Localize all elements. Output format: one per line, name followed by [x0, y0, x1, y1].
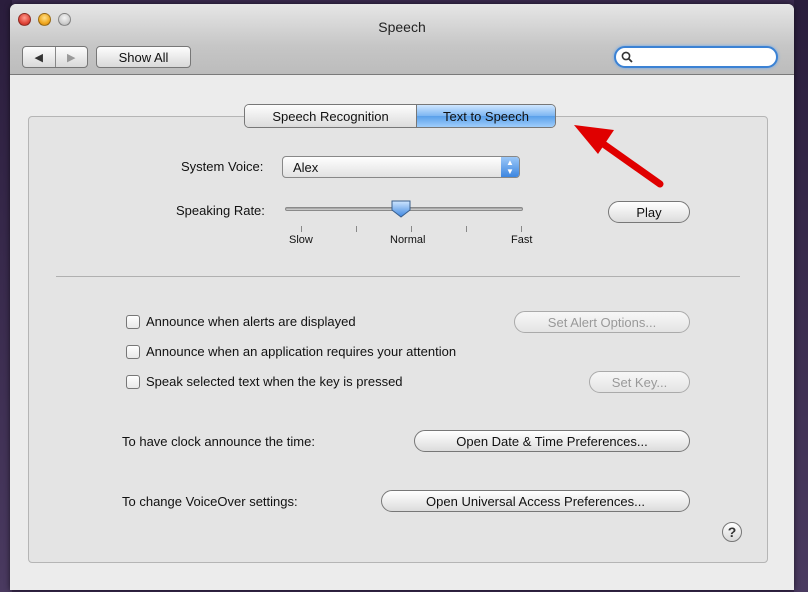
desktop-edge-right [794, 0, 808, 592]
speak-selected-text-checkbox[interactable] [126, 375, 140, 389]
slider-tick [301, 226, 302, 232]
system-voice-popup[interactable]: Alex ▲ ▼ [282, 156, 520, 178]
announce-attention-checkbox[interactable] [126, 345, 140, 359]
open-date-time-preferences-button[interactable]: Open Date & Time Preferences... [414, 430, 690, 452]
system-voice-value: Alex [293, 160, 319, 175]
tab-speech-recognition[interactable]: Speech Recognition [245, 105, 417, 127]
show-all-button[interactable]: Show All [96, 46, 191, 68]
back-forward-control: ◀ ▶ [22, 46, 88, 68]
slider-tick [411, 226, 412, 232]
tab-text-to-speech[interactable]: Text to Speech [417, 105, 555, 127]
back-arrow-icon[interactable]: ◀ [23, 47, 56, 67]
normal-label: Normal [390, 234, 426, 246]
set-alert-options-button[interactable]: Set Alert Options... [514, 311, 690, 333]
slider-tick [356, 226, 357, 232]
announce-alerts-checkbox[interactable] [126, 315, 140, 329]
tab-bar: Speech Recognition Text to Speech [244, 104, 556, 128]
popup-arrows-icon: ▲ ▼ [501, 157, 519, 177]
fast-label: Fast [511, 234, 533, 246]
search-input[interactable] [614, 46, 778, 68]
speaking-rate-label: Speaking Rate: [176, 203, 265, 218]
voiceover-label: To change VoiceOver settings: [122, 494, 298, 509]
search-icon [621, 51, 633, 63]
announce-alerts-label: Announce when alerts are displayed [146, 314, 356, 329]
window-title: Speech [378, 19, 426, 35]
speak-selected-text-label: Speak selected text when the key is pres… [146, 374, 403, 389]
set-key-button[interactable]: Set Key... [589, 371, 690, 393]
slider-tick [466, 226, 467, 232]
slider-knob[interactable] [391, 200, 411, 218]
slow-label: Slow [289, 234, 313, 246]
forward-arrow-icon[interactable]: ▶ [56, 47, 88, 67]
slider-tick [521, 226, 522, 232]
clock-label: To have clock announce the time: [122, 434, 315, 449]
system-voice-label: System Voice: [181, 159, 264, 174]
play-button[interactable]: Play [608, 201, 690, 223]
title-bar: Speech ◀ ▶ Show All [10, 4, 794, 75]
announce-attention-label: Announce when an application requires yo… [146, 344, 457, 359]
open-universal-access-preferences-button[interactable]: Open Universal Access Preferences... [381, 490, 690, 512]
help-button[interactable]: ? [722, 522, 742, 542]
section-divider [56, 276, 740, 277]
